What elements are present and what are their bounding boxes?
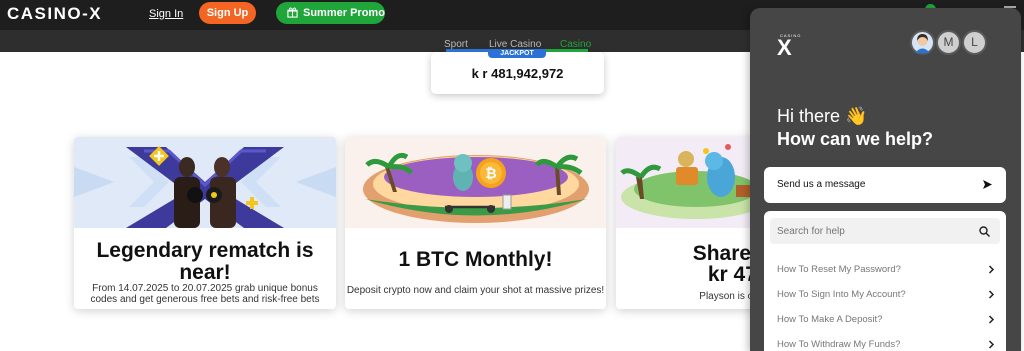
support-agent-avatar (910, 30, 935, 55)
widget-question: How can we help? (777, 129, 934, 149)
casino-x-logo[interactable]: CASINO-X (7, 4, 102, 24)
chevron-right-icon (988, 315, 995, 324)
help-article-label: How To Withdraw My Funds? (777, 339, 901, 350)
help-search-input[interactable] (770, 218, 1000, 244)
jackpot-strip-blue (446, 49, 488, 52)
help-article-item[interactable]: How To Reset My Password? (777, 264, 995, 280)
send-message-button[interactable]: Send us a message (764, 167, 1006, 203)
promo-card-btc[interactable]: ₿ 1 BTC Monthly! Deposit crypto now and … (345, 137, 606, 309)
card-title: 1 BTC Monthly! (398, 248, 553, 271)
card-description: Deposit crypto now and claim your shot a… (346, 285, 605, 296)
support-agent-avatar-l: L (962, 30, 987, 55)
svg-text:₿: ₿ (485, 166, 496, 182)
send-message-label: Send us a message (777, 179, 866, 190)
boxing-promo-image (74, 137, 336, 228)
help-article-label: How To Sign Into My Account? (777, 289, 906, 300)
jackpot-value: k r 481,942,972 (471, 66, 564, 81)
help-article-item[interactable]: How To Withdraw My Funds? (777, 339, 995, 351)
help-article-label: How To Reset My Password? (777, 264, 901, 275)
person-icon (915, 34, 930, 53)
btc-promo-image: ₿ (345, 137, 606, 228)
support-agent-avatar-m: M (936, 30, 961, 55)
promo-card-rematch[interactable]: Legendary rematch is near! From 14.07.20… (74, 137, 336, 309)
help-article-item[interactable]: How To Sign Into My Account? (777, 289, 995, 305)
card-title: Legendary rematch is near! (96, 239, 314, 284)
help-widget: CASINO X M L Hi there 👋 How can we help?… (750, 8, 1021, 351)
gift-icon (287, 7, 298, 18)
jackpot-counter: JACKPOT k r 481,942,972 (431, 49, 604, 94)
summer-promo-button[interactable]: Summer Promo (276, 2, 385, 24)
chevron-right-icon (988, 340, 995, 349)
widget-logo: X (777, 35, 792, 60)
summer-promo-label: Summer Promo (303, 7, 385, 19)
card-description: From 14.07.2025 to 20.07.2025 grab uniqu… (90, 283, 320, 305)
help-articles-panel: How To Reset My Password? How To Sign In… (764, 211, 1006, 351)
widget-greeting: Hi there 👋 (777, 106, 868, 126)
sign-in-link[interactable]: Sign In (149, 8, 183, 20)
chevron-right-icon (988, 265, 995, 274)
help-article-label: How To Make A Deposit? (777, 314, 883, 325)
search-icon[interactable] (979, 226, 990, 237)
send-arrow-icon (983, 180, 992, 189)
help-article-item[interactable]: How To Make A Deposit? (777, 314, 995, 330)
jackpot-tab: JACKPOT (488, 49, 546, 58)
jackpot-strip-green (546, 49, 588, 52)
sign-up-button[interactable]: Sign Up (199, 2, 256, 24)
chevron-right-icon (988, 290, 995, 299)
